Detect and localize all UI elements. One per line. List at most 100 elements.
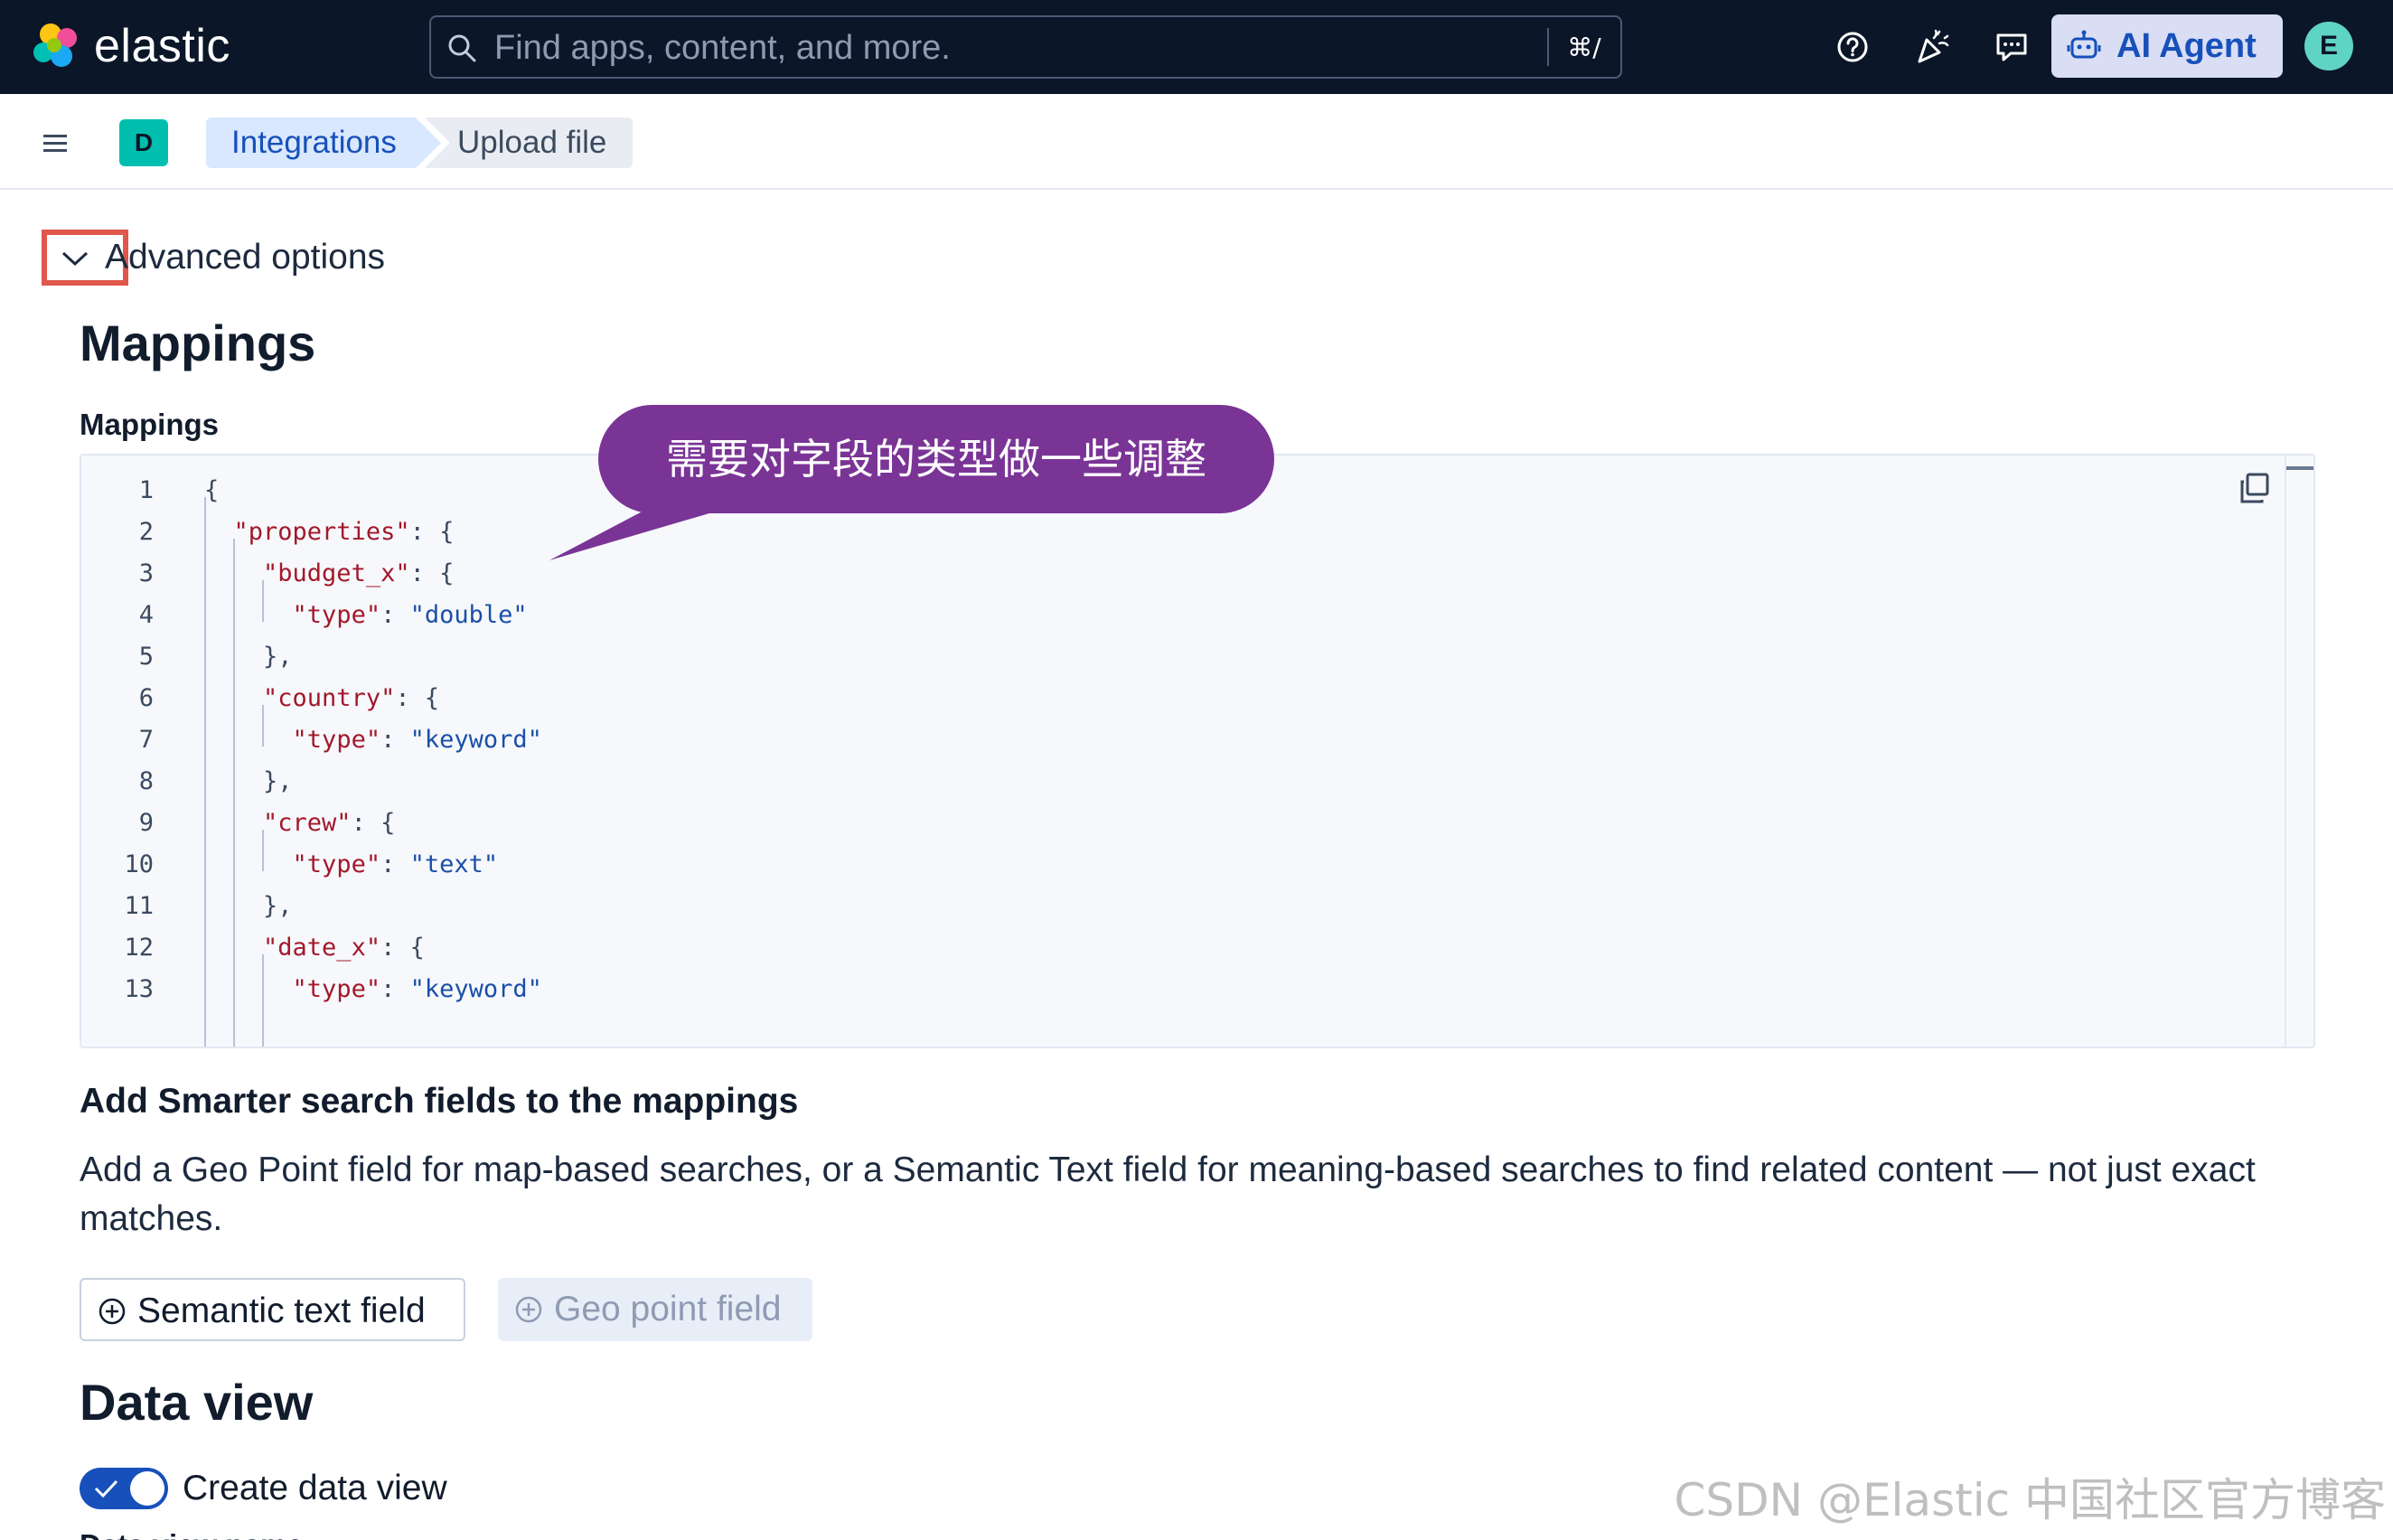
data-view-name-label: Data view name — [80, 1527, 304, 1540]
code-line[interactable]: 9 "crew": { — [81, 803, 2250, 844]
code-token-key: "type" — [292, 601, 381, 629]
line-number: 2 — [138, 518, 154, 546]
code-line[interactable]: 4 "type": "double" — [81, 595, 2250, 636]
code-token-key: "country" — [263, 684, 396, 712]
code-token-key: "budget_x" — [263, 559, 410, 587]
code-line[interactable]: 7 "type": "keyword" — [81, 719, 2250, 761]
code-token-indent — [204, 850, 293, 878]
code-line[interactable]: 13 "type": "keyword" — [81, 969, 2250, 1010]
code-line[interactable]: 10 "type": "text" — [81, 844, 2250, 886]
check-icon — [94, 1479, 118, 1498]
ai-agent-button[interactable]: AI Agent — [2051, 14, 2283, 78]
mappings-editor-label: Mappings — [80, 408, 219, 441]
semantic-text-field-label: Semantic text field — [137, 1291, 426, 1330]
geo-point-field-button[interactable]: Geo point field — [498, 1278, 812, 1341]
code-token-val: "double" — [409, 601, 528, 629]
code-token-indent — [204, 809, 263, 837]
code-token-tail: { — [204, 476, 220, 504]
scrollbar-thumb[interactable] — [2286, 466, 2313, 470]
code-token-val: "text" — [409, 850, 499, 878]
code-token-sep: : — [380, 934, 410, 962]
line-number: 3 — [138, 559, 154, 587]
search-placeholder: Find apps, content, and more. — [494, 29, 951, 67]
ai-agent-label: AI Agent — [2116, 27, 2257, 65]
code-text: }, — [204, 886, 293, 927]
top-header: elastic Find apps, content, and more. ⌘/… — [0, 0, 2393, 94]
code-token-key: "type" — [292, 850, 381, 878]
code-line[interactable]: 2 "properties": { — [81, 512, 2250, 553]
party-icon[interactable] — [1912, 27, 1952, 67]
line-number: 4 — [138, 601, 154, 629]
code-token-tail: { — [424, 684, 440, 712]
line-number: 11 — [124, 892, 154, 920]
line-number: 1 — [138, 476, 154, 504]
create-data-view-label[interactable]: Create data view — [183, 1468, 447, 1509]
code-text: "date_x": { — [204, 927, 425, 969]
code-token-indent — [204, 726, 293, 754]
code-text: "crew": { — [204, 803, 395, 844]
line-number: 13 — [124, 975, 154, 1003]
code-token-indent — [204, 934, 263, 962]
code-token-tail: { — [409, 934, 425, 962]
search-divider — [1547, 28, 1549, 66]
line-number: 8 — [138, 767, 154, 795]
line-number: 7 — [138, 726, 154, 754]
code-token-key: "properties" — [233, 518, 410, 546]
plus-circle-icon — [515, 1296, 542, 1323]
code-text: "budget_x": { — [204, 553, 454, 595]
code-text: "country": { — [204, 678, 439, 719]
code-line[interactable]: 11 }, — [81, 886, 2250, 927]
code-token-tail: }, — [263, 767, 293, 795]
code-token-indent — [204, 601, 293, 629]
code-text: "type": "keyword" — [204, 719, 542, 761]
code-token-indent — [204, 892, 263, 920]
code-token-indent — [204, 643, 263, 671]
line-number: 5 — [138, 643, 154, 671]
help-icon[interactable] — [1833, 27, 1872, 67]
mappings-code-editor[interactable]: 1{2 "properties": {3 "budget_x": {4 "typ… — [80, 454, 2315, 1048]
code-token-tail: { — [439, 559, 455, 587]
code-token-indent — [204, 767, 263, 795]
code-text: { — [204, 470, 219, 512]
brand-name[interactable]: elastic — [94, 20, 230, 72]
code-token-indent — [204, 518, 234, 546]
editor-scrollbar[interactable] — [2285, 455, 2313, 1047]
line-number: 6 — [138, 684, 154, 712]
code-token-sep: : — [409, 518, 440, 546]
breadcrumb-integrations[interactable]: Integrations — [206, 117, 441, 168]
code-token-sep: : — [395, 684, 425, 712]
data-view-heading: Data view — [80, 1374, 314, 1431]
line-number: 10 — [124, 850, 154, 878]
code-text: "type": "keyword" — [204, 969, 542, 1010]
menu-icon[interactable] — [40, 130, 72, 157]
code-text: }, — [204, 761, 293, 803]
code-token-key: "date_x" — [263, 934, 381, 962]
smarter-search-description: Add a Geo Point field for map-based sear… — [80, 1150, 2256, 1238]
watermark: CSDN @Elastic 中国社区官方博客 — [1674, 1474, 2387, 1526]
code-token-tail: { — [439, 518, 455, 546]
annotation-callout: 需要对字段的类型做一些调整 — [598, 405, 1274, 513]
semantic-text-field-button[interactable]: Semantic text field — [80, 1278, 465, 1341]
code-token-key: "crew" — [263, 809, 352, 837]
elastic-logo-icon[interactable] — [31, 20, 83, 72]
space-badge[interactable]: D — [119, 119, 168, 166]
code-token-indent — [204, 975, 293, 1003]
code-line[interactable]: 3 "budget_x": { — [81, 553, 2250, 595]
geo-point-field-label: Geo point field — [554, 1290, 782, 1329]
avatar[interactable]: E — [2304, 22, 2353, 70]
code-line[interactable]: 8 }, — [81, 761, 2250, 803]
global-search[interactable]: Find apps, content, and more. ⌘/ — [429, 15, 1622, 79]
code-token-key: "type" — [292, 975, 381, 1003]
code-line[interactable]: 6 "country": { — [81, 678, 2250, 719]
create-data-view-switch[interactable] — [80, 1468, 168, 1509]
code-token-sep: : — [351, 809, 381, 837]
code-text: "properties": { — [204, 512, 455, 553]
code-token-indent — [204, 684, 263, 712]
advanced-options-label[interactable]: Advanced options — [105, 237, 385, 278]
code-line[interactable]: 5 }, — [81, 636, 2250, 678]
code-token-sep: : — [409, 559, 440, 587]
code-token-tail: }, — [263, 892, 293, 920]
code-token-sep: : — [380, 601, 410, 629]
feedback-icon[interactable] — [1992, 27, 2032, 67]
code-line[interactable]: 12 "date_x": { — [81, 927, 2250, 969]
